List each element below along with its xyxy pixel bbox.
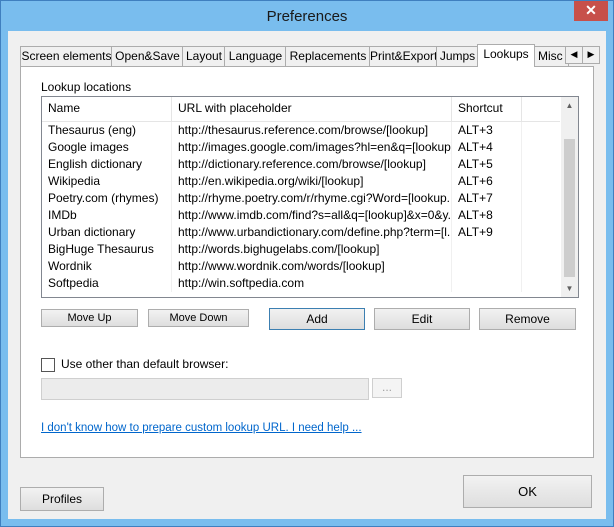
table-row[interactable]: English dictionary http://dictionary.refe… <box>42 156 560 173</box>
cell-shortcut: ALT+9 <box>452 224 522 241</box>
move-down-button[interactable]: Move Down <box>148 309 249 327</box>
cell-shortcut: ALT+6 <box>452 173 522 190</box>
table-row[interactable]: Urban dictionary http://www.urbandictiona… <box>42 224 560 241</box>
scroll-thumb[interactable] <box>564 139 575 277</box>
move-up-button[interactable]: Move Up <box>41 309 138 327</box>
ok-button[interactable]: OK <box>463 475 592 508</box>
cell-url: http://thesaurus.reference.com/browse/[l… <box>172 122 452 139</box>
scroll-down-icon[interactable]: ▼ <box>561 280 578 297</box>
cell-shortcut <box>452 241 522 258</box>
cell-url: http://www.urbandictionary.com/define.ph… <box>172 224 452 241</box>
table-row[interactable]: Thesaurus (eng) http://thesaurus.referenc… <box>42 122 560 139</box>
tab-language[interactable]: Language <box>224 46 287 66</box>
edit-button[interactable]: Edit <box>374 308 470 330</box>
cell-shortcut <box>452 258 522 275</box>
cell-name: English dictionary <box>42 156 172 173</box>
table-row[interactable]: BigHuge Thesaurus http://words.bighugelab… <box>42 241 560 258</box>
cell-name: IMDb <box>42 207 172 224</box>
table-row[interactable]: IMDb http://www.imdb.com/find?s=all&q=[lo… <box>42 207 560 224</box>
tab-replacements[interactable]: Replacements <box>285 46 371 66</box>
cell-url: http://rhyme.poetry.com/r/rhyme.cgi?Word… <box>172 190 452 207</box>
cell-url: http://words.bighugelabs.com/[lookup] <box>172 241 452 258</box>
tab-misc[interactable]: Misc <box>533 46 569 66</box>
cell-name: Poetry.com (rhymes) <box>42 190 172 207</box>
default-browser-label[interactable]: Use other than default browser: <box>61 357 228 371</box>
tab-strip: Screen elements Open&Save Layout Languag… <box>20 44 602 67</box>
lookup-locations-list[interactable]: Name URL with placeholder Shortcut Thesa… <box>41 96 579 298</box>
remove-button[interactable]: Remove <box>479 308 576 330</box>
tab-jumps[interactable]: Jumps <box>436 46 479 66</box>
table-row[interactable]: Wordnik http://www.wordnik.com/words/[loo… <box>42 258 560 275</box>
column-header-shortcut[interactable]: Shortcut <box>452 97 522 121</box>
lookup-locations-label: Lookup locations <box>41 80 132 94</box>
tab-print-export[interactable]: Print&Export <box>369 46 438 66</box>
cell-shortcut: ALT+7 <box>452 190 522 207</box>
table-row[interactable]: Poetry.com (rhymes) http://rhyme.poetry.c… <box>42 190 560 207</box>
cell-url: http://www.imdb.com/find?s=all&q=[lookup… <box>172 207 452 224</box>
table-row[interactable]: Softpedia http://win.softpedia.com <box>42 275 560 292</box>
column-header-url[interactable]: URL with placeholder <box>172 97 452 121</box>
list-vertical-scrollbar[interactable]: ▲ ▼ <box>561 97 578 297</box>
lookups-panel: Lookup locations Name URL with placehold… <box>20 66 594 458</box>
cell-name: Softpedia <box>42 275 172 292</box>
tab-layout[interactable]: Layout <box>182 46 226 66</box>
cell-name: Google images <box>42 139 172 156</box>
cell-name: BigHuge Thesaurus <box>42 241 172 258</box>
cell-name: Thesaurus (eng) <box>42 122 172 139</box>
cell-shortcut: ALT+5 <box>452 156 522 173</box>
table-row[interactable]: Wikipedia http://en.wikipedia.org/wiki/[l… <box>42 173 560 190</box>
list-rows: Thesaurus (eng) http://thesaurus.referenc… <box>42 122 560 292</box>
cell-url: http://en.wikipedia.org/wiki/[lookup] <box>172 173 452 190</box>
column-header-name[interactable]: Name <box>42 97 172 121</box>
window-title: Preferences <box>266 8 348 25</box>
cell-url: http://images.google.com/images?hl=en&q=… <box>172 139 452 156</box>
cell-shortcut <box>452 275 522 292</box>
profiles-button[interactable]: Profiles <box>20 487 104 511</box>
list-header: Name URL with placeholder Shortcut <box>42 97 560 122</box>
cell-url: http://www.wordnik.com/words/[lookup] <box>172 258 452 275</box>
table-row[interactable]: Google images http://images.google.com/im… <box>42 139 560 156</box>
cell-url: http://win.softpedia.com <box>172 275 452 292</box>
close-icon[interactable]: ✕ <box>574 1 608 21</box>
cell-shortcut: ALT+8 <box>452 207 522 224</box>
scroll-up-icon[interactable]: ▲ <box>561 97 578 114</box>
dialog-client-area: Screen elements Open&Save Layout Languag… <box>8 31 606 519</box>
cell-shortcut: ALT+3 <box>452 122 522 139</box>
cell-url: http://dictionary.reference.com/browse/[… <box>172 156 452 173</box>
tab-lookups[interactable]: Lookups <box>477 44 535 67</box>
tab-screen-elements[interactable]: Screen elements <box>20 46 113 66</box>
browse-browser-button[interactable]: ... <box>372 378 402 398</box>
tab-scroll-right-icon[interactable]: ▶ <box>582 46 600 64</box>
default-browser-checkbox[interactable] <box>41 358 55 372</box>
add-button[interactable]: Add <box>269 308 365 330</box>
browser-path-input[interactable] <box>41 378 369 400</box>
cell-name: Wikipedia <box>42 173 172 190</box>
cell-name: Wordnik <box>42 258 172 275</box>
cell-name: Urban dictionary <box>42 224 172 241</box>
cell-shortcut: ALT+4 <box>452 139 522 156</box>
lookup-help-link[interactable]: I don't know how to prepare custom looku… <box>41 422 362 434</box>
tab-scroll-left-icon[interactable]: ◀ <box>565 46 583 64</box>
title-bar[interactable]: Preferences ✕ <box>1 1 613 31</box>
preferences-window: Preferences ✕ Screen elements Open&Save … <box>0 0 614 527</box>
tab-open-save[interactable]: Open&Save <box>111 46 184 66</box>
